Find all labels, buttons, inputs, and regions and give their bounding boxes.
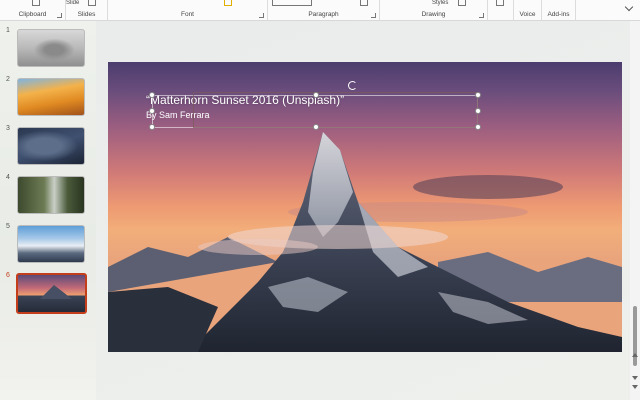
text-box-inner-frame [193, 92, 478, 128]
slide-thumbnail-image[interactable] [16, 273, 87, 314]
slide-number: 2 [6, 76, 10, 83]
ribbon: Clipboard Slide Slides Font Paragraph St… [0, 0, 640, 21]
slides-group: Slide Slides [66, 0, 108, 21]
next-slide-icon[interactable] [632, 385, 638, 389]
text-direction-icon[interactable] [272, 0, 312, 6]
rotate-handle-icon[interactable] [348, 81, 357, 90]
slide-thumbnail-2[interactable]: 2 [0, 76, 96, 118]
slide-thumbnail-5[interactable]: 5 [0, 223, 96, 265]
font-launcher-icon[interactable] [259, 13, 264, 18]
slide-thumbnail-pane: 1 2 3 4 5 6 [0, 21, 96, 400]
slide-editing-area: “Matterhorn Sunset 2016 (Unsplash)” By S… [96, 21, 630, 400]
addins-group-label: Add-ins [547, 11, 570, 18]
collapse-ribbon-icon[interactable] [624, 2, 634, 12]
slide-number: 6 [6, 272, 10, 279]
highlight-color-icon[interactable] [224, 0, 232, 6]
editing-group [488, 0, 514, 21]
smartart-icon[interactable] [360, 0, 368, 6]
resize-handle-sw[interactable] [149, 124, 155, 130]
vertical-scrollbar[interactable] [630, 21, 640, 400]
text-box-selection[interactable] [149, 81, 481, 130]
slide-number: 5 [6, 223, 10, 230]
new-slide-button[interactable]: Slide [66, 0, 79, 6]
resize-handle-ne[interactable] [475, 92, 481, 98]
slide-number: 4 [6, 174, 10, 181]
resize-handle-e[interactable] [475, 108, 481, 114]
shape-fill-icon[interactable] [458, 0, 466, 6]
slides-group-label: Slides [77, 11, 96, 18]
resize-handle-n[interactable] [313, 92, 319, 98]
clipboard-launcher-icon[interactable] [57, 13, 62, 18]
drawing-group-label: Drawing [421, 11, 446, 18]
addins-group: Add-ins [542, 0, 576, 21]
slide-thumbnail-image[interactable] [17, 176, 85, 214]
scrollbar-thumb[interactable] [633, 306, 637, 366]
resize-handle-s[interactable] [313, 124, 319, 130]
resize-handle-w[interactable] [149, 108, 155, 114]
slide-thumbnail-4[interactable]: 4 [0, 174, 96, 216]
voice-group: Voice [514, 0, 542, 21]
voice-group-label: Voice [519, 11, 536, 18]
slide-thumbnail-3[interactable]: 3 [0, 125, 96, 167]
slide-thumbnail-image[interactable] [17, 127, 85, 165]
slide-thumbnail-image[interactable] [17, 225, 85, 263]
slide-thumbnail-image[interactable] [17, 29, 85, 67]
slide-number: 1 [6, 27, 10, 34]
clipboard-group-label: Clipboard [18, 11, 47, 18]
scroll-up-icon[interactable] [632, 353, 638, 357]
font-group: Font [108, 0, 268, 21]
clipboard-group: Clipboard [0, 0, 66, 21]
slide-number: 3 [6, 125, 10, 132]
paragraph-group-label: Paragraph [308, 11, 339, 18]
previous-slide-icon[interactable] [632, 376, 638, 380]
slide-thumbnail-6[interactable]: 6 [0, 272, 96, 314]
resize-handle-nw[interactable] [149, 92, 155, 98]
current-slide[interactable]: “Matterhorn Sunset 2016 (Unsplash)” By S… [108, 62, 622, 352]
font-group-label: Font [180, 11, 194, 18]
slide-thumbnail-1[interactable]: 1 [0, 27, 96, 69]
drawing-launcher-icon[interactable] [479, 13, 484, 18]
quick-styles-button[interactable]: Styles [432, 0, 448, 6]
drawing-group: Styles Drawing [380, 0, 488, 21]
resize-handle-se[interactable] [475, 124, 481, 130]
layout-icon[interactable] [88, 0, 96, 6]
paragraph-launcher-icon[interactable] [371, 13, 376, 18]
paragraph-group: Paragraph [268, 0, 380, 21]
format-painter-icon[interactable] [32, 0, 40, 6]
slide-thumbnail-image[interactable] [17, 78, 85, 116]
select-icon[interactable] [496, 0, 504, 6]
